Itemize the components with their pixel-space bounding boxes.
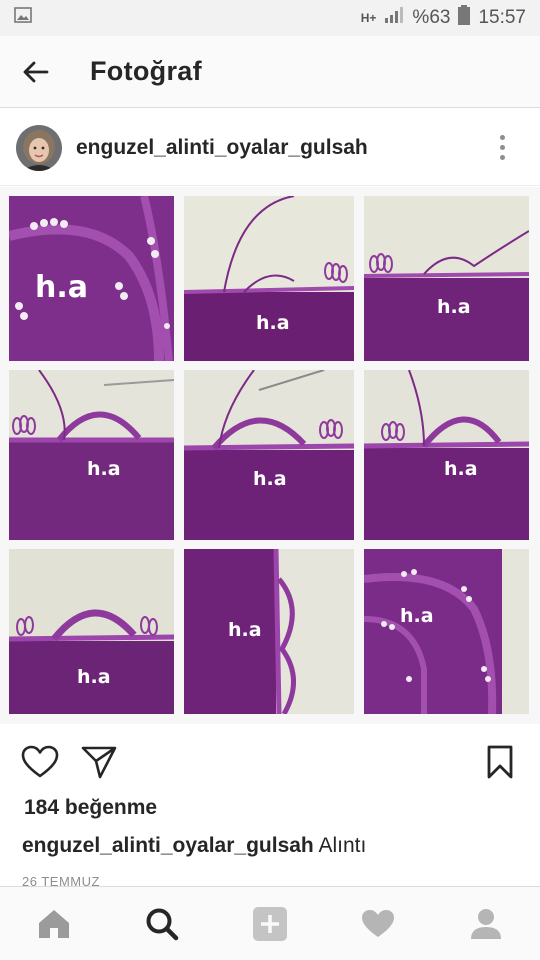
app-bar: Fotoğraf — [0, 36, 540, 108]
profile-icon — [471, 908, 501, 939]
more-options-button[interactable] — [482, 128, 522, 168]
nav-activity[interactable] — [348, 894, 408, 954]
watermark-label: h.a — [35, 270, 88, 305]
watermark-label: h.a — [256, 312, 290, 334]
watermark-label: h.a — [253, 468, 287, 490]
back-button[interactable] — [0, 36, 70, 108]
status-bar: H+ %63 15:57 — [0, 0, 540, 36]
bookmark-icon — [487, 745, 513, 779]
photo-tile: h.a — [9, 196, 174, 361]
watermark-label: h.a — [400, 605, 434, 627]
nav-add[interactable] — [240, 894, 300, 954]
save-button[interactable] — [478, 740, 522, 784]
signal-icon — [384, 6, 404, 30]
bottom-nav — [0, 886, 540, 960]
send-icon — [81, 746, 117, 779]
heart-outline-icon — [21, 745, 59, 778]
add-icon — [253, 906, 287, 941]
photo-collage: h.a h.a h.a h.a h.a h.a h.a h.a h.a — [9, 196, 530, 716]
watermark-label: h.a — [437, 296, 471, 318]
battery-percent: %63 — [412, 7, 451, 28]
photo-tile: h.a — [364, 549, 529, 714]
avatar[interactable] — [16, 124, 62, 171]
post-header: enguzel_alinti_oyalar_gulsah — [0, 110, 540, 186]
home-icon — [39, 909, 69, 938]
battery-icon — [458, 5, 471, 31]
post-actions — [0, 740, 540, 786]
post-username[interactable]: enguzel_alinti_oyalar_gulsah — [76, 136, 482, 160]
likes-count[interactable]: 184 beğenme — [24, 796, 157, 820]
caption-text: Alıntı — [318, 834, 367, 857]
watermark-label: h.a — [77, 666, 111, 688]
search-icon — [146, 908, 179, 940]
like-button[interactable] — [18, 740, 62, 784]
network-type: H+ — [360, 11, 377, 25]
caption: enguzel_alinti_oyalar_gulsah Alıntı — [22, 834, 366, 858]
watermark-label: h.a — [87, 458, 121, 480]
more-dot-icon — [499, 135, 505, 140]
more-dot-icon — [499, 155, 505, 160]
photo-tile: h.a — [184, 196, 354, 361]
arrow-left-icon — [23, 61, 49, 82]
watermark-label: h.a — [228, 619, 262, 641]
photo-tile: h.a — [364, 370, 529, 540]
photo-tile: h.a — [184, 370, 354, 540]
share-button[interactable] — [77, 740, 121, 784]
nav-profile[interactable] — [456, 894, 516, 954]
photo-tile: h.a — [184, 549, 354, 714]
nav-search[interactable] — [132, 894, 192, 954]
watermark-label: h.a — [444, 458, 478, 480]
clock: 15:57 — [478, 7, 526, 28]
heart-icon — [362, 909, 394, 937]
photo-tile: h.a — [9, 549, 174, 714]
post-photo[interactable]: h.a h.a h.a h.a h.a h.a h.a h.a h.a — [0, 187, 540, 724]
nav-home[interactable] — [24, 894, 84, 954]
gallery-notification-icon — [14, 7, 32, 29]
caption-username[interactable]: enguzel_alinti_oyalar_gulsah — [22, 834, 314, 857]
photo-tile: h.a — [9, 370, 174, 540]
more-dot-icon — [499, 145, 505, 150]
photo-tile: h.a — [364, 196, 529, 361]
page-title: Fotoğraf — [90, 56, 202, 86]
